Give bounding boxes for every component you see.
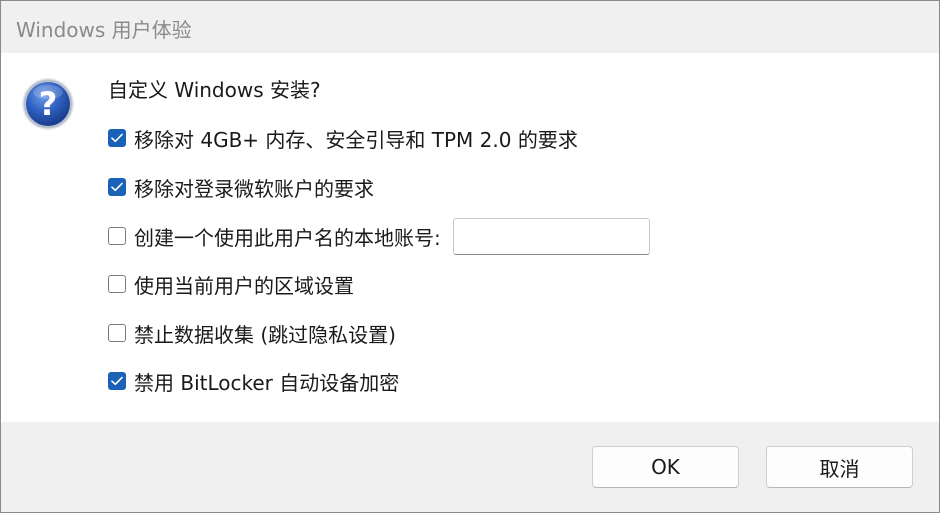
dialog-content: ? 自定义 Windows 安装? 移除对 4GB+ 内存、安全引导和 TPM … bbox=[1, 53, 939, 422]
option-use-current-region-settings[interactable]: 使用当前用户的区域设置 bbox=[108, 271, 354, 298]
checkbox[interactable] bbox=[108, 227, 126, 245]
ok-button[interactable]: OK bbox=[592, 446, 739, 488]
option-disable-bitlocker[interactable]: 禁用 BitLocker 自动设备加密 bbox=[108, 368, 400, 395]
checkbox-checked[interactable] bbox=[108, 129, 126, 147]
option-label: 移除对登录微软账户的要求 bbox=[134, 176, 374, 201]
option-create-local-account[interactable]: 创建一个使用此用户名的本地账号: bbox=[108, 217, 650, 255]
username-input[interactable] bbox=[452, 217, 650, 255]
option-label: 禁用 BitLocker 自动设备加密 bbox=[134, 370, 400, 395]
dialog-footer: OK 取消 bbox=[1, 422, 939, 512]
window-title: Windows 用户体验 bbox=[16, 18, 192, 42]
checkbox-checked[interactable] bbox=[108, 372, 126, 390]
question-icon: ? bbox=[21, 77, 75, 131]
title-bar[interactable]: Windows 用户体验 bbox=[1, 1, 939, 53]
checkbox[interactable] bbox=[108, 324, 126, 342]
option-label: 移除对 4GB+ 内存、安全引导和 TPM 2.0 的要求 bbox=[134, 127, 578, 152]
option-label: 使用当前用户的区域设置 bbox=[134, 273, 354, 298]
checkbox[interactable] bbox=[108, 275, 126, 293]
option-disable-data-collection[interactable]: 禁止数据收集 (跳过隐私设置) bbox=[108, 320, 396, 347]
option-label: 禁止数据收集 (跳过隐私设置) bbox=[134, 322, 396, 347]
svg-text:?: ? bbox=[39, 85, 58, 123]
option-label: 创建一个使用此用户名的本地账号: bbox=[134, 225, 441, 250]
checkbox-checked[interactable] bbox=[108, 178, 126, 196]
dialog-window: Windows 用户体验 ? 自定义 Windows 安装? 移除对 4GB+ … bbox=[0, 0, 940, 513]
cancel-button[interactable]: 取消 bbox=[766, 446, 913, 488]
option-remove-hardware-requirements[interactable]: 移除对 4GB+ 内存、安全引导和 TPM 2.0 的要求 bbox=[108, 125, 578, 152]
option-remove-microsoft-account-requirement[interactable]: 移除对登录微软账户的要求 bbox=[108, 174, 374, 201]
dialog-prompt: 自定义 Windows 安装? bbox=[108, 78, 321, 102]
